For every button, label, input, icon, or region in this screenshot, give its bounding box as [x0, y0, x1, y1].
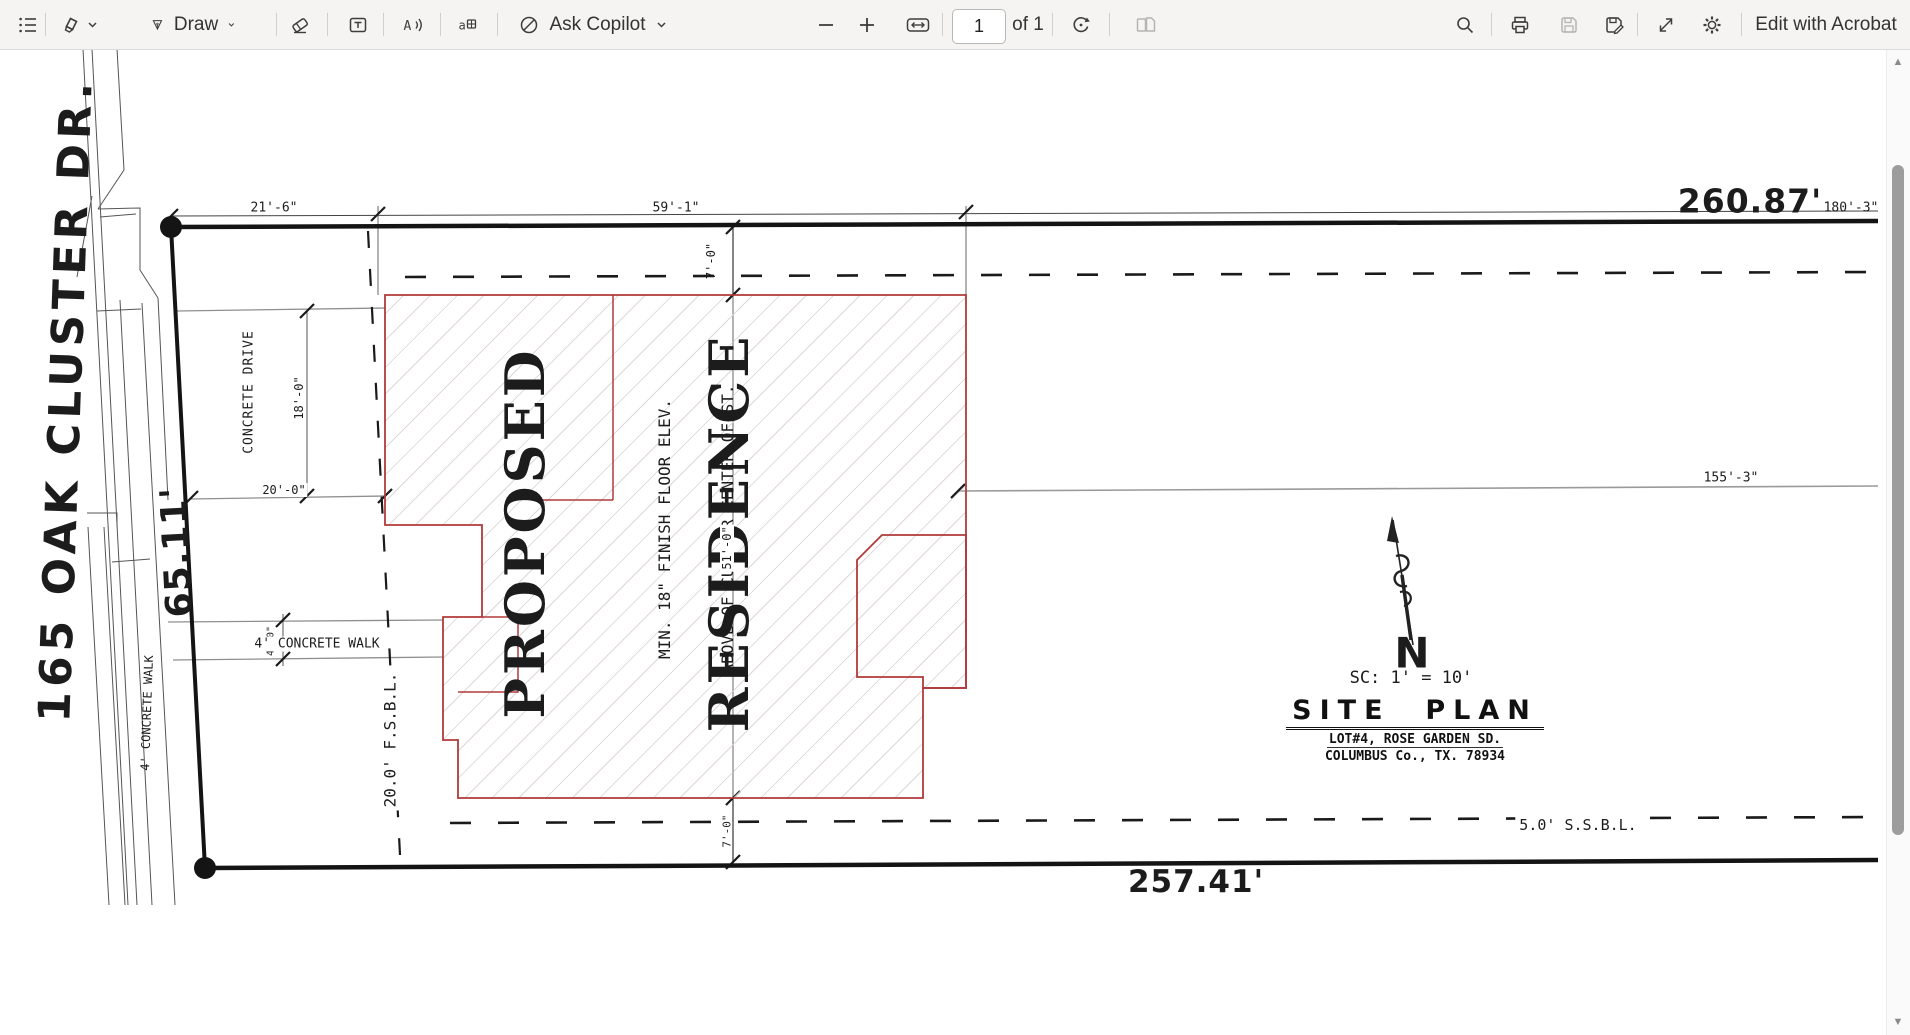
scrollbar-thumb[interactable]	[1892, 165, 1904, 835]
proposed-line1: PROPOSED	[493, 347, 557, 719]
chevron-down-icon	[657, 22, 666, 28]
highlighter-button[interactable]	[59, 0, 83, 49]
zoom-out-icon	[819, 23, 833, 26]
dim-51-0-label: 51'-0"	[720, 524, 734, 572]
ask-copilot-label: Ask Copilot	[549, 13, 646, 35]
svg-text:a: a	[459, 18, 466, 32]
dim-7-0-bottom-label: 7'-0"	[720, 814, 734, 848]
side-setback-label: 5.0' S.S.B.L.	[1515, 816, 1641, 834]
dim-7-0-top-label: 7'-0"	[704, 242, 718, 280]
expand-icon	[1659, 17, 1673, 32]
print-button[interactable]	[1508, 0, 1532, 49]
title-block-line2: COLUMBUS Co., TX. 78934	[1324, 749, 1505, 764]
search-button[interactable]	[1453, 0, 1477, 49]
dim-155-3-label: 155'-3"	[1703, 470, 1759, 486]
zoom-in-button[interactable]	[855, 0, 879, 49]
vertical-scrollbar[interactable]: ▲ ▼	[1886, 49, 1910, 1035]
scroll-down-icon[interactable]: ▼	[1891, 1015, 1905, 1029]
scroll-up-icon[interactable]: ▲	[1891, 55, 1905, 69]
table-of-contents-icon	[19, 17, 36, 32]
lot-top-length-label: 260.87'	[1677, 181, 1823, 221]
search-icon	[1457, 16, 1474, 33]
dim-21-6-label: 21'-6"	[250, 200, 298, 216]
pdf-toolbar: Draw A a Ask Copilot 1 of 1 Edit with Ac…	[0, 0, 1910, 50]
fit-to-width-button[interactable]	[905, 0, 931, 49]
chevron-down-icon	[87, 22, 97, 28]
zoom-in-icon	[860, 17, 874, 32]
zoom-out-button[interactable]	[814, 0, 838, 49]
copilot-icon	[521, 16, 538, 33]
save-as-icon	[1606, 16, 1624, 34]
corner-marker-top	[160, 216, 182, 238]
site-plan-title: SITE PLAN	[1286, 695, 1544, 730]
read-aloud-icon: A	[404, 18, 422, 34]
text-box-icon	[349, 17, 367, 32]
save-as-button[interactable]	[1602, 0, 1626, 49]
min-floor-line1: MIN. 18" FINISH FLOOR ELEV.	[655, 398, 674, 660]
edit-with-acrobat-button[interactable]: Edit with Acrobat	[1755, 0, 1897, 49]
dim-18-0-label: 18'-0"	[292, 376, 306, 420]
corner-marker-bottom	[194, 857, 216, 879]
pen-icon	[152, 19, 163, 30]
lot-left-length-label: 65.11'	[153, 485, 201, 619]
page-count-label: of 1	[1012, 13, 1044, 35]
rotate-icon	[1073, 16, 1090, 32]
highlighter-dropdown[interactable]	[84, 0, 100, 49]
svg-text:A: A	[404, 19, 412, 34]
eraser-button[interactable]	[288, 0, 312, 49]
save-icon	[1561, 16, 1577, 33]
translate-button[interactable]: a	[455, 0, 479, 49]
lot-bottom-length-label: 257.41'	[1127, 864, 1265, 900]
dim-180-3-label: 180'-3"	[1823, 200, 1879, 216]
fit-to-width-icon	[906, 17, 930, 32]
scale-note: SC: 1' = 10'	[1349, 668, 1473, 688]
read-aloud-button[interactable]: A	[400, 0, 424, 49]
fullscreen-button[interactable]	[1654, 0, 1678, 49]
table-of-contents-button[interactable]	[16, 0, 40, 49]
rotate-button[interactable]	[1069, 0, 1093, 49]
dim-59-1-label: 59'-1"	[652, 200, 700, 216]
eraser-icon	[292, 17, 308, 33]
save-button[interactable]	[1557, 0, 1581, 49]
min-floor-note: MIN. 18" FINISH FLOOR ELEV. ABOVE OF CUR…	[612, 385, 780, 674]
chevron-down-icon	[228, 23, 235, 27]
page-view-icon	[1136, 16, 1156, 32]
dim-20-0-label: 20'-0"	[260, 483, 308, 497]
title-block: SITE PLAN LOT#4, ROSE GARDEN SD. COLUMBU…	[1286, 695, 1544, 764]
draw-button[interactable]: Draw	[150, 0, 236, 49]
draw-label: Draw	[173, 13, 219, 35]
settings-button[interactable]	[1700, 0, 1724, 49]
gear-icon	[1703, 16, 1721, 33]
page-number-input[interactable]	[952, 9, 1006, 44]
print-icon	[1511, 16, 1529, 33]
concrete-drive-label: CONCRETE DRIVE	[241, 330, 257, 454]
ask-copilot-button[interactable]: Ask Copilot	[513, 0, 673, 49]
title-block-line1: LOT#4, ROSE GARDEN SD.	[1326, 732, 1504, 748]
translate-icon: a	[459, 18, 477, 32]
page-view-button[interactable]	[1133, 0, 1159, 49]
add-text-button[interactable]	[346, 0, 370, 49]
site-plan-drawing	[76, 48, 1879, 906]
highlighter-icon	[64, 16, 78, 33]
north-arrow-icon	[1387, 516, 1414, 646]
edit-with-acrobat-label: Edit with Acrobat	[1755, 13, 1897, 35]
pdf-viewer-window: 165 OAK CLUSTER DR. 65.11' 21'-6" 59'-1"…	[0, 0, 1910, 1035]
